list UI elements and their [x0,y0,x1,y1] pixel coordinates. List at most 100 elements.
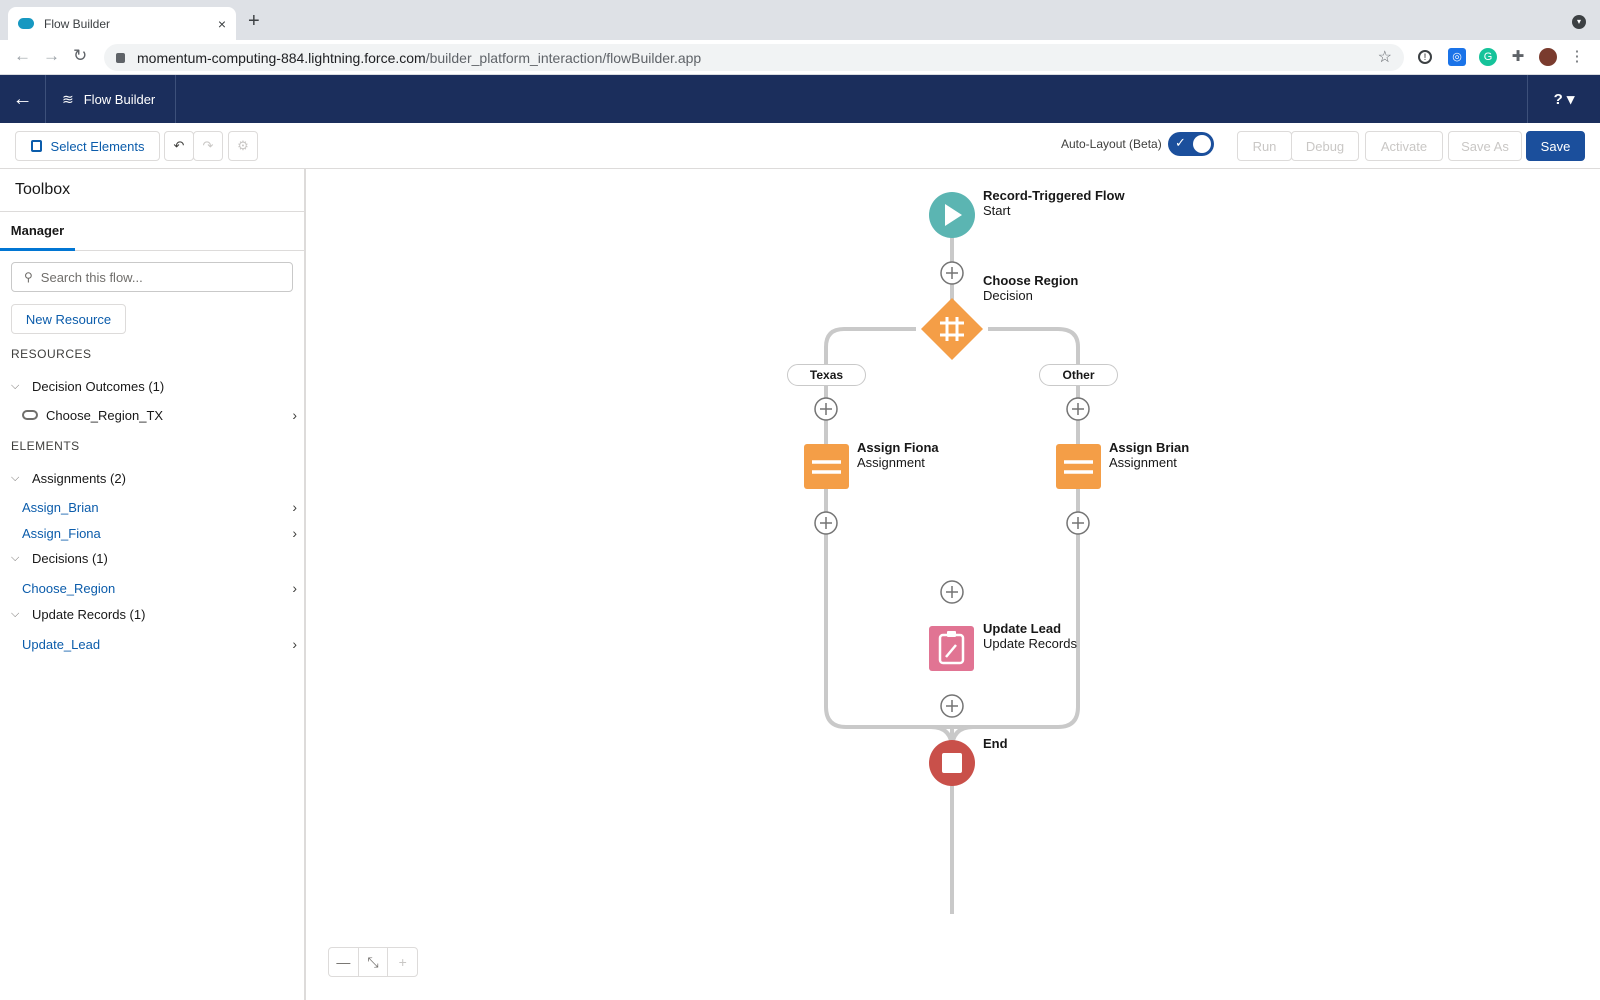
select-checkbox-icon [30,140,42,152]
chevron-down-icon: ⌵ [11,552,20,564]
assign-brian-subtitle: Assignment [1109,455,1177,470]
bookmark-star-icon[interactable]: ☆ [1378,47,1392,67]
redo-button[interactable]: ↷ [193,131,223,161]
list-item-label: Assign_Brian [22,499,99,515]
tab-search-icon[interactable]: ▾ [1572,15,1586,29]
browser-menu-icon[interactable]: ⋮ [1568,48,1586,66]
chevron-right-icon[interactable]: › [292,636,297,652]
start-node [929,192,975,238]
branch-label-texas[interactable]: Texas [787,364,866,386]
decision-outcomes-group[interactable]: ⌵ Decision Outcomes (1) [11,379,164,394]
decision-node-subtitle: Decision [983,288,1033,303]
list-item-assign-brian[interactable]: Assign_Brian › [22,499,297,515]
select-elements-button[interactable]: Select Elements [15,131,160,161]
update-lead-subtitle: Update Records [983,636,1077,651]
list-item-choose-region[interactable]: Choose_Region › [22,580,297,596]
extension-search-icon[interactable]: ◎ [1448,48,1466,66]
back-arrow-icon[interactable]: ← [14,46,31,66]
list-item-update-lead[interactable]: Update_Lead › [22,636,297,652]
zoom-out-button[interactable]: — [329,948,359,976]
add-element-button-3 [1066,397,1090,421]
update-records-label: Update Records (1) [32,607,146,622]
assign-fiona-node [804,444,849,489]
extensions-puzzle-icon[interactable]: ✚ [1509,48,1527,66]
chevron-down-icon: ⌵ [11,608,20,620]
new-resource-button[interactable]: New Resource [11,304,126,334]
assign-fiona-label[interactable]: Assign Fiona Assignment [857,440,939,470]
auto-layout-label: Auto-Layout (Beta) [1061,137,1162,151]
update-lead-node [929,626,974,671]
app-title-text: Flow Builder [83,91,156,107]
decisions-group[interactable]: ⌵ Decisions (1) [11,551,108,566]
flow-diagram [804,192,1101,914]
tab-manager[interactable]: Manager [0,212,75,251]
grammarly-icon[interactable]: G [1479,48,1497,66]
update-lead-label[interactable]: Update Lead Update Records [983,621,1077,651]
settings-gear-button[interactable]: ⚙ [228,131,258,161]
chevron-right-icon[interactable]: › [292,407,297,423]
run-button[interactable]: Run [1237,131,1292,161]
browser-tab[interactable]: Flow Builder × [8,7,236,40]
chevron-right-icon[interactable]: › [292,525,297,541]
start-node-title: Record-Triggered Flow [983,188,1125,203]
app-title: ≋ Flow Builder [46,75,176,123]
fit-to-view-button[interactable]: ⤡ [359,948,389,976]
lock-icon [116,52,125,63]
toolbox-panel: Toolbox Manager ⚲ Search this flow... Ne… [0,169,306,1000]
save-button[interactable]: Save [1526,131,1585,161]
auto-layout-toggle[interactable]: ✓ [1168,132,1214,156]
debug-button[interactable]: Debug [1291,131,1359,161]
save-as-button[interactable]: Save As [1448,131,1522,161]
forward-arrow-icon[interactable]: → [43,46,60,66]
chevron-right-icon[interactable]: › [292,580,297,596]
end-node-label[interactable]: End [983,736,1008,751]
start-node-label[interactable]: Record-Triggered Flow Start [983,188,1125,218]
select-elements-label: Select Elements [50,138,145,154]
profile-avatar[interactable] [1539,48,1557,66]
activate-button[interactable]: Activate [1365,131,1443,161]
chevron-right-icon[interactable]: › [292,499,297,515]
flow-canvas[interactable]: Record-Triggered Flow Start Choose Regio… [306,169,1600,1000]
add-element-button-5 [1066,511,1090,535]
search-input[interactable]: ⚲ Search this flow... [11,262,293,292]
help-menu-button[interactable]: ? ▾ [1527,75,1600,123]
url-host: momentum-computing-884.lightning.force.c… [137,49,426,66]
browser-tab-bar: Flow Builder × + ▾ [0,0,1600,40]
decision-node-label[interactable]: Choose Region Decision [983,273,1078,303]
outcome-icon [22,410,38,420]
update-records-group[interactable]: ⌵ Update Records (1) [11,607,145,622]
list-item-choose-region-tx[interactable]: Choose_Region_TX › [22,407,297,423]
reload-icon[interactable]: ↻ [73,46,87,66]
decision-outcomes-label: Decision Outcomes (1) [32,379,165,394]
add-element-button-2 [814,397,838,421]
url-path: /builder_platform_interaction/flowBuilde… [425,49,702,66]
branch-label-other[interactable]: Other [1039,364,1118,386]
assignments-group[interactable]: ⌵ Assignments (2) [11,471,126,486]
url-input[interactable]: momentum-computing-884.lightning.force.c… [104,44,1404,71]
start-node-subtitle: Start [983,203,1011,218]
list-item-assign-fiona[interactable]: Assign_Fiona › [22,525,297,541]
search-icon: ⚲ [24,270,33,284]
add-element-button-7 [940,694,964,718]
list-item-label: Choose_Region [22,580,116,596]
back-button[interactable]: ← [0,75,46,123]
elements-heading: ELEMENTS [11,439,80,453]
zoom-in-button[interactable]: + [388,948,417,976]
resources-heading: RESOURCES [11,347,92,361]
toolbox-title: Toolbox [15,181,71,198]
add-element-button-1 [940,261,964,285]
tab-title: Flow Builder [44,16,111,31]
check-icon: ✓ [1175,135,1186,150]
assign-brian-label[interactable]: Assign Brian Assignment [1109,440,1189,470]
salesforce-cloud-icon [18,18,34,29]
new-tab-button[interactable]: + [248,10,260,33]
zoom-controls: — ⤡ + [328,947,418,977]
app-header: ← ≋ Flow Builder ? ▾ [0,75,1600,123]
chevron-down-icon: ⌵ [11,472,20,484]
undo-button[interactable]: ↶ [164,131,194,161]
flow-icon: ≋ [62,90,74,107]
assignments-label: Assignments (2) [32,471,126,486]
extension-info-icon[interactable]: ! [1418,50,1432,64]
tab-close-icon[interactable]: × [218,16,226,32]
list-item-label: Choose_Region_TX [46,407,164,423]
